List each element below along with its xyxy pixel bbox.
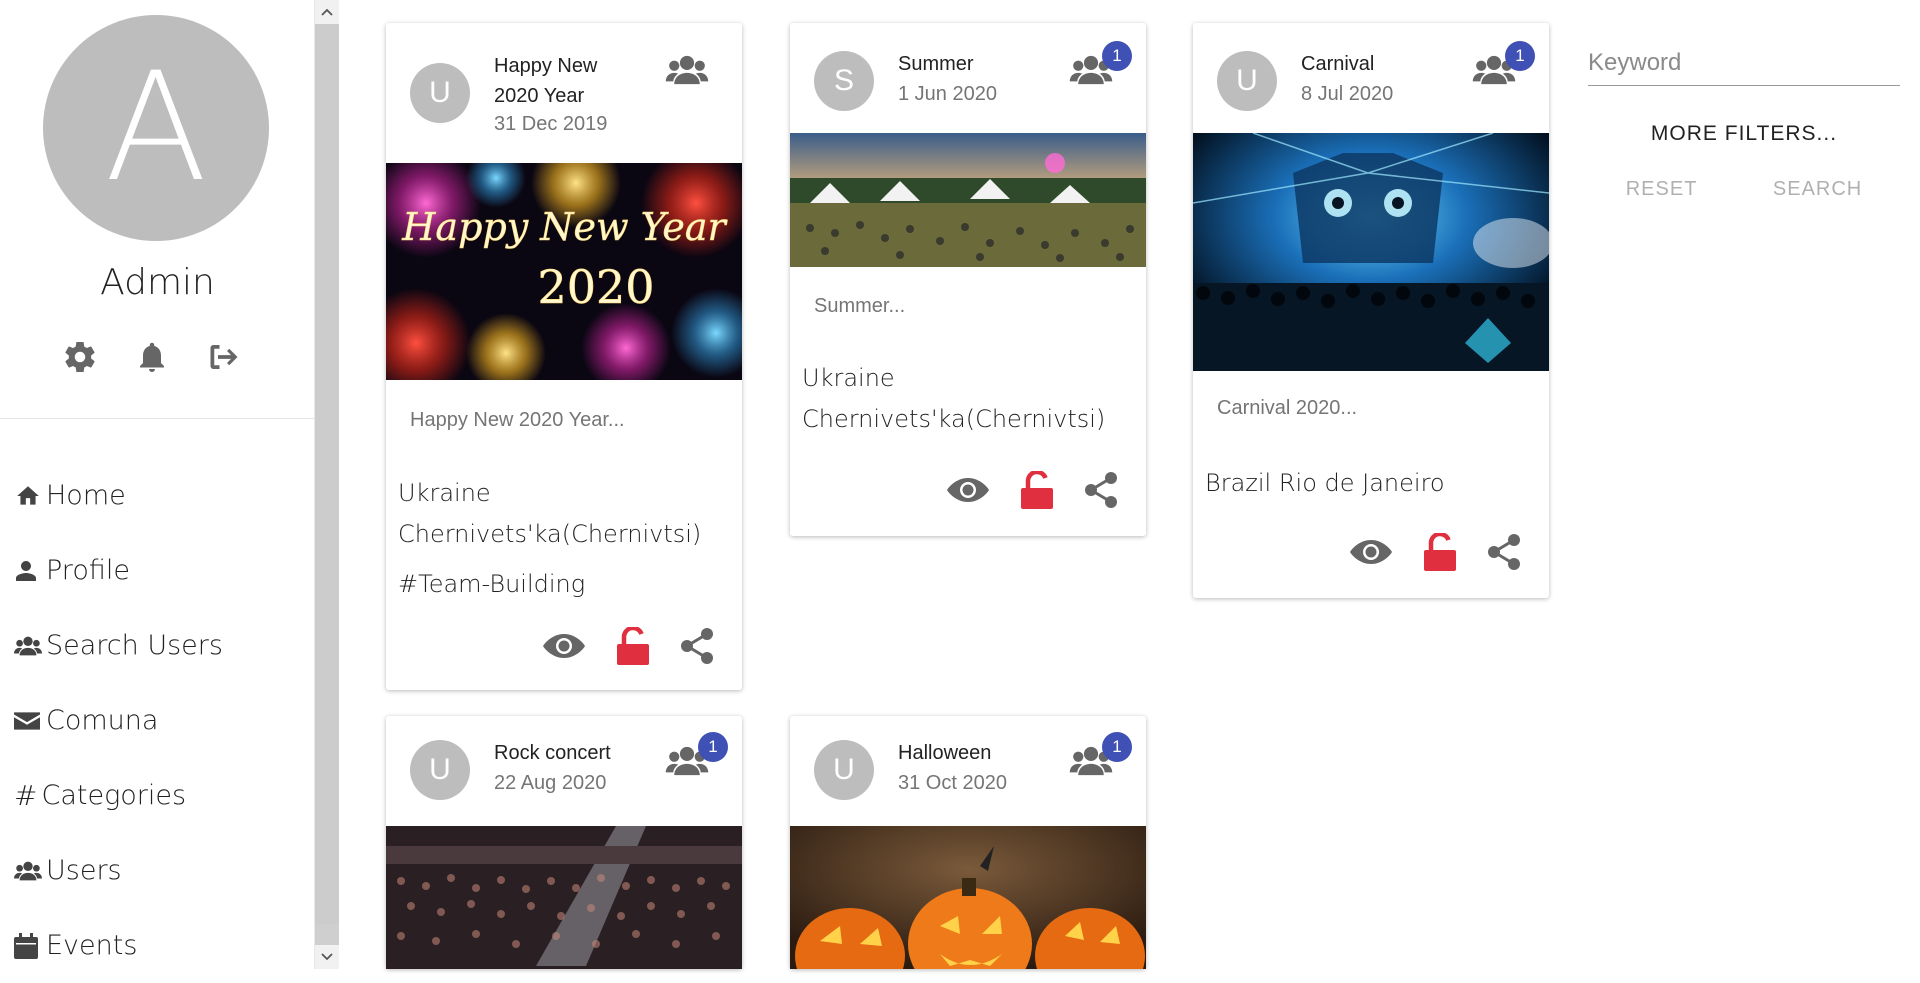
sidebar-scrollbar[interactable] <box>315 0 339 969</box>
event-author-avatar: U <box>410 63 470 123</box>
envelope-icon <box>14 710 42 732</box>
event-actions <box>946 471 1118 509</box>
reset-button[interactable]: RESET <box>1626 178 1698 201</box>
keyword-input[interactable] <box>1588 40 1900 86</box>
gear-icon[interactable] <box>62 337 98 377</box>
hash-icon: # <box>14 779 38 812</box>
sidebar-item-label: Comuna <box>46 705 159 736</box>
sidebar-divider <box>0 418 315 419</box>
event-author-avatar: U <box>814 740 874 800</box>
sidebar-item-label: Search Users <box>46 630 223 661</box>
sidebar-item-label: Home <box>46 480 126 511</box>
unlock-icon[interactable] <box>1020 471 1054 509</box>
event-image[interactable] <box>1193 133 1549 371</box>
event-description: Happy New 2020 Year... <box>410 409 625 431</box>
sidebar-nav: Home Profile Search Users Comuna # Categ… <box>14 458 223 983</box>
share-icon[interactable] <box>1084 471 1118 509</box>
event-location-city: Chernivets'ka(Chernivtsi) <box>802 405 1106 433</box>
event-title: Happy New 2020 Year <box>494 55 598 107</box>
event-location-country: Ukraine <box>802 364 895 392</box>
participants-count-badge: 1 <box>1102 41 1132 71</box>
sidebar-item-search-users[interactable]: Search Users <box>14 608 223 683</box>
sidebar-item-profile[interactable]: Profile <box>14 533 223 608</box>
event-date: 1 Jun 2020 <box>898 83 997 105</box>
sidebar-item-comuna[interactable]: Comuna <box>14 683 223 758</box>
event-date: 31 Dec 2019 <box>494 113 608 135</box>
sidebar-item-label: Events <box>46 930 138 961</box>
event-author-avatar: U <box>1217 51 1277 111</box>
scroll-down-arrow-icon[interactable] <box>315 945 339 969</box>
event-location: Brazil Rio de Janeiro <box>1205 469 1445 497</box>
sidebar-item-home[interactable]: Home <box>14 458 223 533</box>
user-icon <box>14 558 42 584</box>
event-title: Rock concert <box>494 742 611 764</box>
event-title: Halloween <box>898 742 992 764</box>
event-actions <box>542 627 714 665</box>
profile-actions <box>62 337 242 377</box>
event-image[interactable] <box>386 826 742 969</box>
home-icon <box>14 483 42 509</box>
eye-icon[interactable] <box>1349 538 1393 566</box>
logout-icon[interactable] <box>206 337 242 377</box>
event-description: Carnival 2020... <box>1217 397 1358 419</box>
unlock-icon[interactable] <box>616 627 650 665</box>
participants-icon[interactable]: 1 <box>1068 732 1132 786</box>
scroll-up-arrow-icon[interactable] <box>315 0 339 24</box>
event-card[interactable]: S Summer 1 Jun 2020 1 Summer... Ukraine … <box>790 23 1146 536</box>
event-location-city: Chernivets'ka(Chernivtsi) <box>398 520 702 548</box>
event-author-avatar: U <box>410 740 470 800</box>
participants-icon[interactable]: 1 <box>1068 41 1132 95</box>
sidebar: A Admin Home Profile Search Users Comuna <box>0 0 315 969</box>
eye-icon[interactable] <box>542 632 586 660</box>
image-caption: Happy New Year <box>401 205 728 249</box>
scrollbar-thumb[interactable] <box>315 24 339 924</box>
share-icon[interactable] <box>1487 533 1521 571</box>
event-card[interactable]: U Carnival 8 Jul 2020 1 Carnival 2020...… <box>1193 23 1549 598</box>
event-image[interactable] <box>790 133 1146 267</box>
eye-icon[interactable] <box>946 476 990 504</box>
participants-count-badge: 1 <box>1102 732 1132 762</box>
sidebar-item-label: Profile <box>46 555 130 586</box>
event-description: Summer... <box>814 295 906 317</box>
event-date: 8 Jul 2020 <box>1301 83 1394 105</box>
event-image[interactable] <box>790 826 1146 969</box>
profile-avatar[interactable]: A <box>43 15 269 241</box>
participants-count-badge: 1 <box>1505 41 1535 71</box>
event-date: 31 Oct 2020 <box>898 772 1007 794</box>
sidebar-item-events[interactable]: Events <box>14 908 223 983</box>
participants-icon[interactable]: 1 <box>1471 41 1535 95</box>
sidebar-item-label: Categories <box>41 780 187 811</box>
svg-text:2020: 2020 <box>537 260 654 314</box>
bell-icon[interactable] <box>134 337 170 377</box>
sidebar-item-users[interactable]: Users <box>14 833 223 908</box>
event-card[interactable]: U Rock concert 22 Aug 2020 1 <box>386 716 742 969</box>
sidebar-item-categories[interactable]: # Categories <box>14 758 223 833</box>
event-title: Summer <box>898 53 974 75</box>
more-filters-button[interactable]: MORE FILTERS... <box>1588 122 1900 146</box>
event-title: Carnival <box>1301 53 1375 75</box>
event-category-tag[interactable]: #Team-Building <box>398 570 585 598</box>
event-author-avatar: S <box>814 51 874 111</box>
search-button[interactable]: SEARCH <box>1773 178 1862 201</box>
event-card[interactable]: U Halloween 31 Oct 2020 1 <box>790 716 1146 969</box>
filter-buttons: RESET SEARCH <box>1588 178 1900 201</box>
participants-count-badge: 1 <box>698 732 728 762</box>
event-card[interactable]: U Happy New 2020 Year 31 Dec 2019 Happy … <box>386 23 742 690</box>
calendar-icon <box>14 932 42 959</box>
event-image[interactable]: Happy New Year 2020 <box>386 163 742 380</box>
event-date: 22 Aug 2020 <box>494 772 607 794</box>
profile-name: Admin <box>100 262 215 303</box>
users-icon <box>14 634 42 658</box>
filter-panel: MORE FILTERS... RESET SEARCH <box>1588 40 1900 200</box>
event-actions <box>1349 533 1521 571</box>
share-icon[interactable] <box>680 627 714 665</box>
participants-icon[interactable] <box>664 53 714 95</box>
unlock-icon[interactable] <box>1423 533 1457 571</box>
participants-icon[interactable]: 1 <box>664 732 728 786</box>
users-icon <box>14 859 42 883</box>
sidebar-item-label: Users <box>46 855 122 886</box>
event-location-country: Ukraine <box>398 479 491 507</box>
